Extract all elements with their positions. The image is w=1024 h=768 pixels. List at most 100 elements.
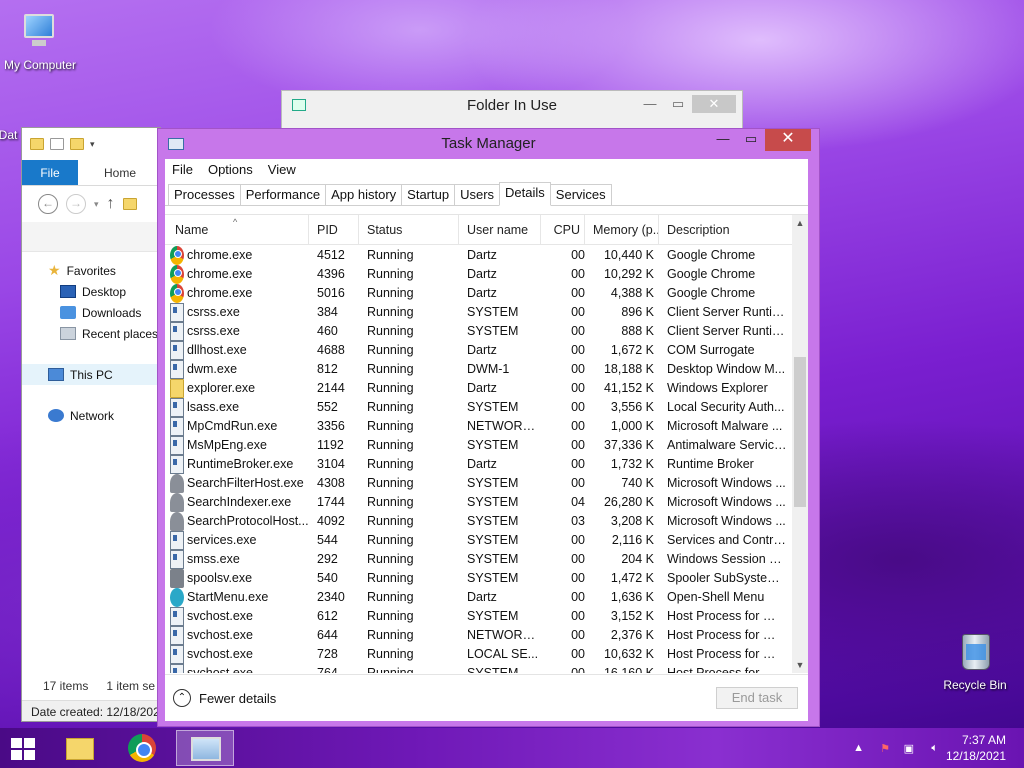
column-header-memory[interactable]: Memory (p... <box>585 215 659 245</box>
column-header-user-name[interactable]: User name <box>459 215 541 245</box>
tree-item-downloads[interactable]: Downloads <box>22 302 160 323</box>
table-row[interactable]: SearchFilterHost.exe 4308 Running SYSTEM 00 7… <box>165 474 792 493</box>
minimize-button[interactable]: — <box>709 129 737 151</box>
column-header-name[interactable]: ^ Name <box>165 215 309 245</box>
table-row[interactable]: smss.exe 292 Running SYSTEM 00 204 K Windows S… <box>165 550 792 569</box>
column-header-status[interactable]: Status <box>359 215 459 245</box>
start-button[interactable] <box>11 738 37 760</box>
forward-arrow-icon[interactable]: → <box>66 194 86 214</box>
tab-processes[interactable]: Processes <box>168 184 241 206</box>
process-pid: 292 <box>317 552 338 566</box>
show-hidden-icons-icon[interactable]: ▲ <box>853 742 864 754</box>
table-row[interactable]: svchost.exe 728 Running LOCAL SE... 00 10,632… <box>165 645 792 664</box>
taskbar-file-explorer[interactable] <box>50 730 108 766</box>
desktop-icon-data[interactable]: Dat <box>0 118 22 162</box>
process-memory: 10,632 K <box>603 647 654 661</box>
process-name: services.exe <box>187 533 257 547</box>
tab-app-history[interactable]: App history <box>325 184 403 206</box>
process-description: Client Server Runtim... <box>667 305 787 319</box>
desktop-icon-my-computer[interactable]: My Computer <box>0 10 80 72</box>
chrome-icon <box>170 284 184 303</box>
table-row[interactable]: chrome.exe 5016 Running Dartz 00 4,388 K Googl… <box>165 284 792 303</box>
volume-muted-icon[interactable]: 🔈︎ <box>931 742 938 755</box>
column-header-cpu[interactable]: CPU <box>541 215 585 245</box>
close-button[interactable]: ✕ <box>765 129 811 151</box>
table-row[interactable]: chrome.exe 4512 Running Dartz 00 10,440 K Goog… <box>165 246 792 265</box>
table-row[interactable]: RuntimeBroker.exe 3104 Running Dartz 00 1,732… <box>165 455 792 474</box>
table-row[interactable]: dllhost.exe 4688 Running Dartz 00 1,672 K COM … <box>165 341 792 360</box>
tab-users[interactable]: Users <box>454 184 501 206</box>
tree-item-network[interactable]: Network <box>22 405 160 426</box>
menu-view[interactable]: View <box>268 162 303 177</box>
desktop-icon-recycle-bin[interactable]: Recycle Bin <box>935 630 1015 692</box>
tab-performance[interactable]: Performance <box>239 184 327 206</box>
tree-item-favorites[interactable]: ★ Favorites <box>22 260 160 281</box>
chevron-down-icon[interactable]: ▾ <box>94 199 99 210</box>
table-row[interactable]: explorer.exe 2144 Running Dartz 00 41,152 K Wi… <box>165 379 792 398</box>
minimize-button[interactable]: — <box>636 95 664 113</box>
process-user: SYSTEM <box>467 666 519 673</box>
file-explorer-window[interactable]: ▾ File Home ← → ▾ ↑ ★ Favorites Desktop D… <box>21 127 161 722</box>
process-description: Google Chrome <box>667 286 756 300</box>
properties-icon[interactable] <box>50 138 64 150</box>
tab-services[interactable]: Services <box>549 184 612 206</box>
action-center-flag-icon[interactable]: ⚑ <box>880 742 890 755</box>
tree-item-recent-places[interactable]: Recent places <box>22 323 160 344</box>
process-memory: 1,472 K <box>610 571 654 585</box>
process-pid: 3104 <box>317 457 345 471</box>
app-icon <box>170 398 184 417</box>
table-row[interactable]: MpCmdRun.exe 3356 Running NETWORK... 00 1,000… <box>165 417 792 436</box>
clock[interactable]: 7:37 AM 12/18/2021 <box>946 732 1006 764</box>
tab-file[interactable]: File <box>22 160 78 185</box>
close-button[interactable]: ✕ <box>692 95 736 113</box>
up-arrow-icon[interactable]: ↑ <box>107 195 115 213</box>
process-name: smss.exe <box>187 552 240 566</box>
table-row[interactable]: svchost.exe 644 Running NETWORK... 00 2,376 K… <box>165 626 792 645</box>
vertical-scrollbar[interactable]: ▲ ▼ <box>792 215 808 673</box>
new-folder-icon[interactable] <box>70 138 84 150</box>
tab-home[interactable]: Home <box>92 160 148 185</box>
table-row[interactable]: svchost.exe 764 Running SYSTEM 00 16,160 K Hos… <box>165 664 792 673</box>
tab-startup[interactable]: Startup <box>401 184 456 206</box>
menu-bar: File Options View <box>165 159 808 179</box>
chevron-down-icon[interactable]: ▾ <box>90 139 95 150</box>
menu-file[interactable]: File <box>172 162 200 177</box>
table-row[interactable]: lsass.exe 552 Running SYSTEM 00 3,556 K Local … <box>165 398 792 417</box>
network-icon[interactable]: ▣ <box>904 742 914 755</box>
table-row[interactable]: dwm.exe 812 Running DWM-1 00 18,188 K Desktop … <box>165 360 792 379</box>
back-arrow-icon[interactable]: ← <box>38 194 58 214</box>
scroll-down-icon[interactable]: ▼ <box>792 657 808 673</box>
process-status: Running <box>367 666 414 673</box>
table-row[interactable]: services.exe 544 Running SYSTEM 00 2,116 K Ser… <box>165 531 792 550</box>
table-row[interactable]: MsMpEng.exe 1192 Running SYSTEM 00 37,336 K An… <box>165 436 792 455</box>
tree-item-this-pc[interactable]: This PC <box>22 364 160 385</box>
maximize-button[interactable]: ▭ <box>664 95 692 113</box>
tab-details[interactable]: Details <box>499 182 551 206</box>
column-header-pid[interactable]: PID <box>309 215 359 245</box>
scrollbar-thumb[interactable] <box>794 357 806 507</box>
person-icon <box>170 512 184 531</box>
process-memory: 41,152 K <box>603 381 654 395</box>
maximize-button[interactable]: ▭ <box>737 129 765 151</box>
table-row[interactable]: SearchIndexer.exe 1744 Running SYSTEM 04 26,2… <box>165 493 792 512</box>
process-user: NETWORK... <box>467 419 541 433</box>
taskbar-chrome[interactable] <box>113 730 171 766</box>
menu-options[interactable]: Options <box>208 162 260 177</box>
scroll-up-icon[interactable]: ▲ <box>792 215 808 231</box>
table-row[interactable]: svchost.exe 612 Running SYSTEM 00 3,152 K Host… <box>165 607 792 626</box>
table-row[interactable]: csrss.exe 460 Running SYSTEM 00 888 K Client S… <box>165 322 792 341</box>
table-row[interactable]: StartMenu.exe 2340 Running Dartz 00 1,636 K Op… <box>165 588 792 607</box>
table-row[interactable]: SearchProtocolHost... 4092 Running SYSTEM 03… <box>165 512 792 531</box>
table-row[interactable]: spoolsv.exe 540 Running SYSTEM 00 1,472 K Spoo… <box>165 569 792 588</box>
column-header-description[interactable]: Description <box>659 215 792 245</box>
table-row[interactable]: chrome.exe 4396 Running Dartz 00 10,292 K Goog… <box>165 265 792 284</box>
end-task-button[interactable]: End task <box>716 687 798 709</box>
fewer-details-button[interactable]: ⌃ Fewer details <box>173 689 276 707</box>
tree-item-desktop[interactable]: Desktop <box>22 281 160 302</box>
process-description: Host Process for Wi... <box>667 609 787 623</box>
table-row[interactable]: csrss.exe 384 Running SYSTEM 00 896 K Client S… <box>165 303 792 322</box>
process-user: NETWORK... <box>467 628 541 642</box>
process-user: SYSTEM <box>467 438 519 452</box>
taskbar-task-manager[interactable] <box>176 730 234 766</box>
task-manager-window[interactable]: Task Manager — ▭ ✕ File Options View Pro… <box>157 128 820 727</box>
